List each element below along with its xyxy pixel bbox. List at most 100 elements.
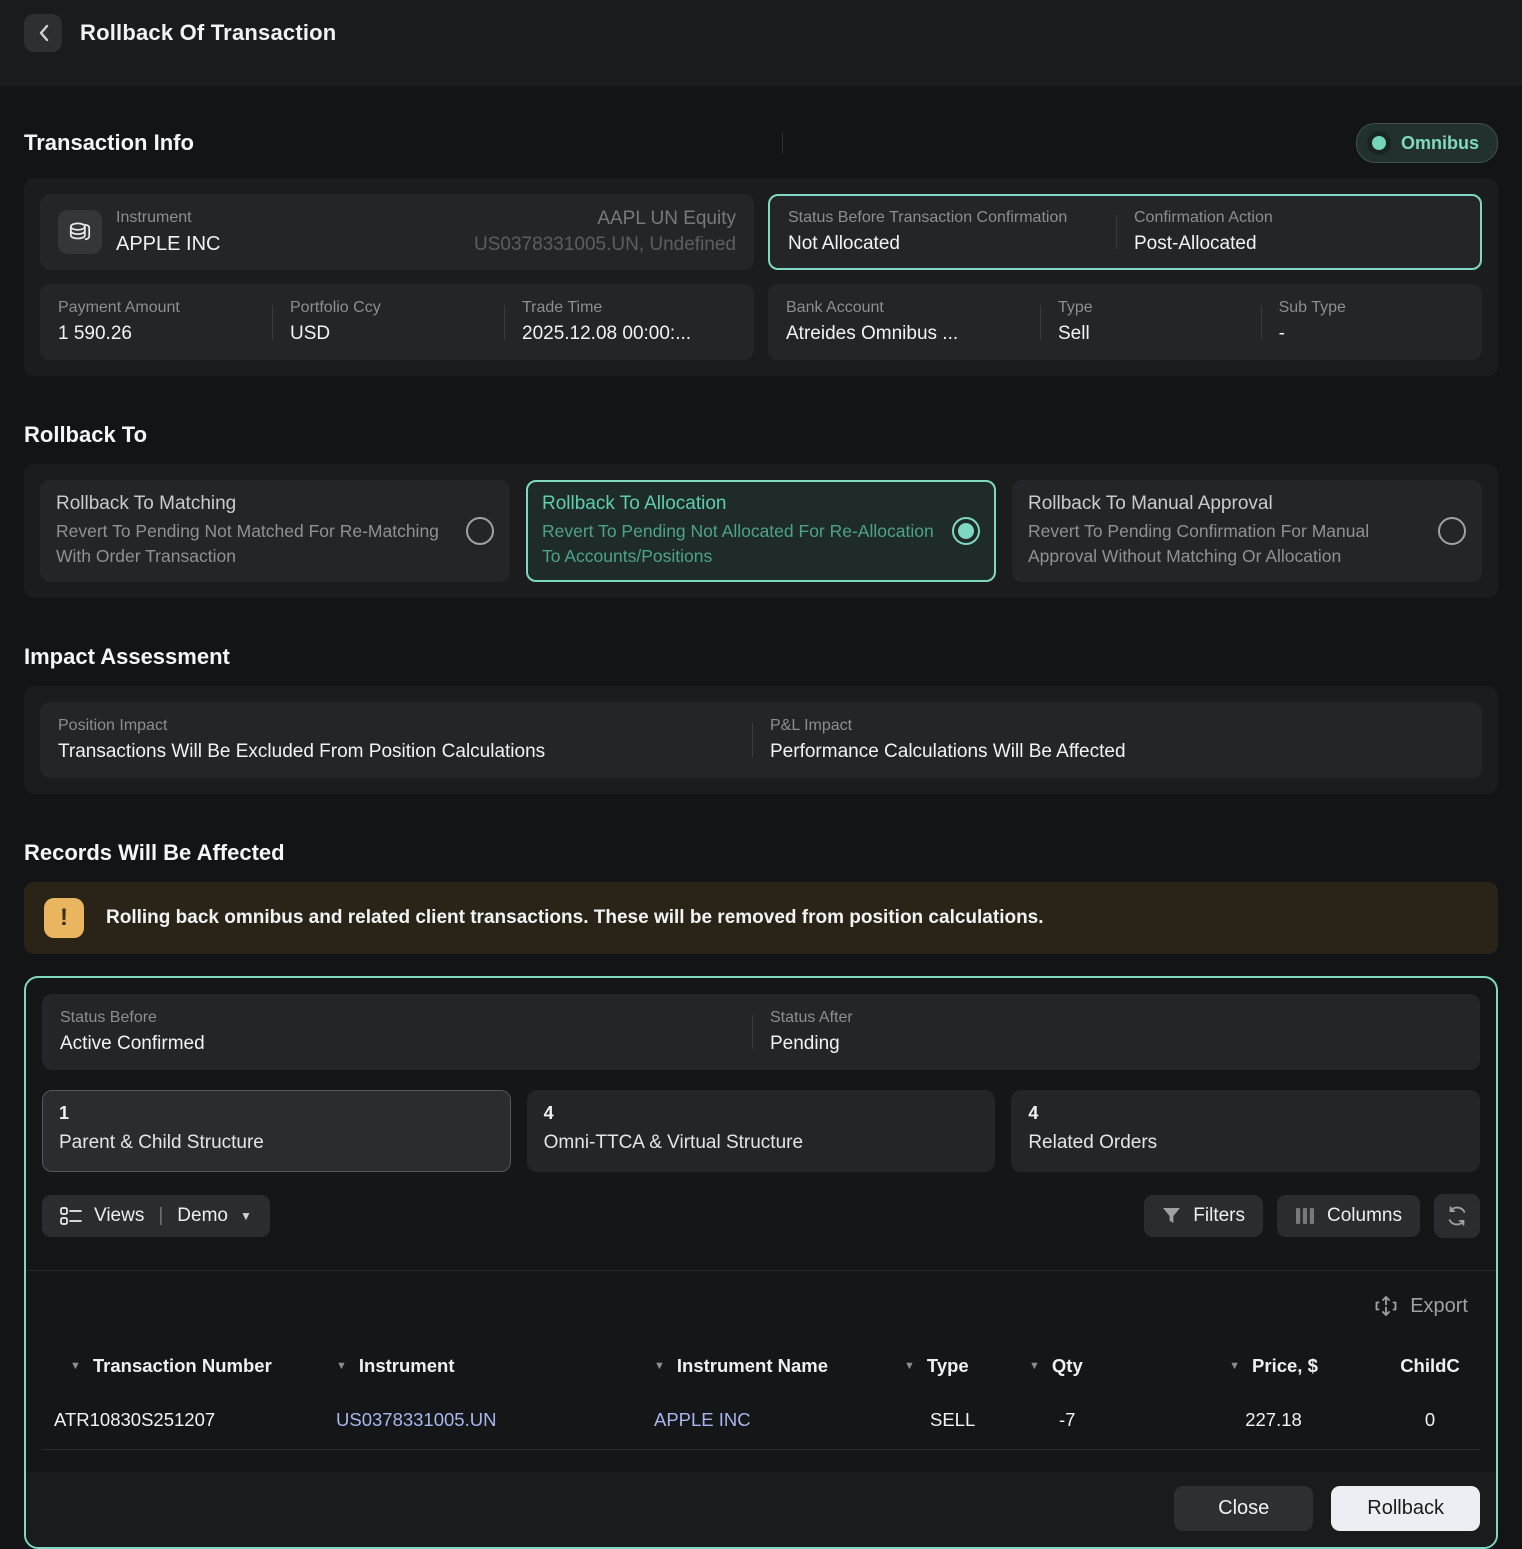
status-before-label: Status Before [60, 1009, 738, 1027]
portfolio-ccy-value: USD [290, 323, 490, 345]
tab-count: 1 [59, 1103, 494, 1124]
option-description: Revert To Pending Not Matched For Re-Mat… [56, 519, 454, 570]
transaction-info-panel: Instrument APPLE INC AAPL UN Equity US03… [24, 178, 1498, 376]
back-button[interactable] [24, 14, 62, 52]
export-icon [1374, 1293, 1398, 1319]
export-label: Export [1410, 1295, 1468, 1318]
cell-type: SELL [904, 1395, 1029, 1449]
cell-instrument-name-link[interactable]: APPLE INC [654, 1395, 904, 1449]
tab-label: Parent & Child Structure [59, 1132, 494, 1154]
refresh-button[interactable] [1434, 1194, 1480, 1238]
sort-caret-icon[interactable]: ▼ [1029, 1360, 1040, 1372]
trade-time-label: Trade Time [522, 299, 722, 317]
bank-account-value: Atreides Omnibus ... [786, 323, 1026, 345]
row-divider [42, 1449, 1480, 1450]
page-title: Rollback Of Transaction [80, 14, 336, 52]
status-after-value: Pending [770, 1033, 1448, 1055]
top-bar: Rollback Of Transaction [0, 0, 1522, 86]
status-transition-card: Status Before Active Confirmed Status Af… [42, 994, 1480, 1070]
rollback-to-panel: Rollback To Matching Revert To Pending N… [24, 464, 1498, 598]
bank-account-label: Bank Account [786, 299, 1026, 317]
table-row[interactable]: ATR10830S251207 US0378331005.UN APPLE IN… [38, 1395, 1484, 1449]
cell-childc: 0 [1376, 1395, 1484, 1449]
close-button[interactable]: Close [1174, 1486, 1313, 1531]
sub-type-label: Sub Type [1279, 299, 1450, 317]
tab-omni-ttca-virtual-structure[interactable]: 4 Omni-TTCA & Virtual Structure [527, 1090, 996, 1172]
tab-count: 4 [1028, 1103, 1463, 1124]
column-header-qty[interactable]: ▼Qty [1029, 1337, 1171, 1395]
impact-assessment-title: Impact Assessment [24, 644, 1498, 670]
radio-unchecked-icon[interactable] [1438, 517, 1466, 545]
views-list-icon [60, 1206, 82, 1226]
payment-amount-label: Payment Amount [58, 299, 258, 317]
rollback-button[interactable]: Rollback [1331, 1486, 1480, 1531]
option-rollback-to-allocation[interactable]: Rollback To Allocation Revert To Pending… [526, 480, 996, 582]
refresh-icon [1446, 1205, 1468, 1227]
transaction-info-title: Transaction Info [24, 130, 194, 156]
confirmation-status-card: Status Before Transaction Confirmation N… [768, 194, 1482, 270]
option-rollback-to-matching[interactable]: Rollback To Matching Revert To Pending N… [40, 480, 510, 582]
filters-label: Filters [1193, 1205, 1245, 1227]
column-header-price[interactable]: ▼Price, $ [1171, 1337, 1376, 1395]
position-impact-label: Position Impact [58, 717, 738, 735]
option-title: Rollback To Allocation [542, 493, 940, 515]
export-button[interactable]: Export [1374, 1293, 1468, 1319]
sort-caret-icon[interactable]: ▼ [1229, 1360, 1240, 1372]
radio-unchecked-icon[interactable] [466, 517, 494, 545]
tab-related-orders[interactable]: 4 Related Orders [1011, 1090, 1480, 1172]
cell-qty: -7 [1029, 1395, 1171, 1449]
view-name: Demo [177, 1205, 228, 1227]
type-value: Sell [1058, 323, 1247, 345]
records-affected-container: Status Before Active Confirmed Status Af… [24, 976, 1498, 1549]
instrument-label: Instrument [116, 209, 220, 227]
filters-button[interactable]: Filters [1144, 1195, 1263, 1237]
payment-amount-value: 1 590.26 [58, 323, 258, 345]
cell-price: 227.18 [1171, 1395, 1376, 1449]
option-description: Revert To Pending Not Allocated For Re-A… [542, 519, 940, 570]
status-before-value: Active Confirmed [60, 1033, 738, 1055]
pnl-impact-value: Performance Calculations Will Be Affecte… [770, 741, 1450, 763]
views-separator: | [158, 1205, 163, 1227]
column-header-transaction-number[interactable]: ▼Transaction Number [38, 1337, 336, 1395]
filter-icon [1162, 1207, 1181, 1225]
status-before-confirmation-label: Status Before Transaction Confirmation [788, 209, 1102, 227]
records-affected-title: Records Will Be Affected [24, 840, 1498, 866]
coins-icon [58, 210, 102, 254]
sort-caret-icon[interactable]: ▼ [904, 1360, 915, 1372]
cell-transaction-number: ATR10830S251207 [38, 1395, 336, 1449]
tab-label: Omni-TTCA & Virtual Structure [544, 1132, 979, 1154]
cell-instrument-link[interactable]: US0378331005.UN [336, 1395, 654, 1449]
option-rollback-to-manual-approval[interactable]: Rollback To Manual Approval Revert To Pe… [1012, 480, 1482, 582]
instrument-ticker: AAPL UN Equity [474, 208, 736, 230]
radio-checked-icon[interactable] [952, 517, 980, 545]
column-header-childc[interactable]: ChildC [1376, 1337, 1484, 1395]
column-header-type[interactable]: ▼Type [904, 1337, 1029, 1395]
columns-button[interactable]: Columns [1277, 1195, 1420, 1237]
status-before-confirmation-value: Not Allocated [788, 233, 1102, 255]
instrument-value: APPLE INC [116, 233, 220, 256]
omnibus-toggle-label: Omnibus [1401, 133, 1479, 154]
sort-caret-icon[interactable]: ▼ [70, 1360, 81, 1372]
impact-card: Position Impact Transactions Will Be Exc… [40, 702, 1482, 778]
sort-caret-icon[interactable]: ▼ [336, 1360, 347, 1372]
sort-caret-icon[interactable]: ▼ [654, 1360, 665, 1372]
views-dropdown[interactable]: Views | Demo ▼ [42, 1195, 270, 1237]
trade-time-value: 2025.12.08 00:00:... [522, 323, 722, 345]
chevron-left-icon [38, 24, 49, 42]
status-after-label: Status After [770, 1009, 1448, 1027]
title-row-divider [782, 132, 783, 154]
rollback-to-title: Rollback To [24, 422, 1498, 448]
column-header-instrument[interactable]: ▼Instrument [336, 1337, 654, 1395]
omnibus-toggle-dot [1367, 131, 1391, 155]
option-title: Rollback To Matching [56, 493, 454, 515]
warning-icon: ! [44, 898, 84, 938]
warning-banner: ! Rolling back omnibus and related clien… [24, 882, 1498, 954]
column-header-instrument-name[interactable]: ▼Instrument Name [654, 1337, 904, 1395]
columns-label: Columns [1327, 1205, 1402, 1227]
position-impact-value: Transactions Will Be Excluded From Posit… [58, 741, 738, 763]
omnibus-toggle[interactable]: Omnibus [1356, 123, 1498, 163]
instrument-identifier: US0378331005.UN, Undefined [474, 234, 736, 256]
tab-parent-child-structure[interactable]: 1 Parent & Child Structure [42, 1090, 511, 1172]
views-label: Views [94, 1205, 144, 1227]
type-label: Type [1058, 299, 1247, 317]
